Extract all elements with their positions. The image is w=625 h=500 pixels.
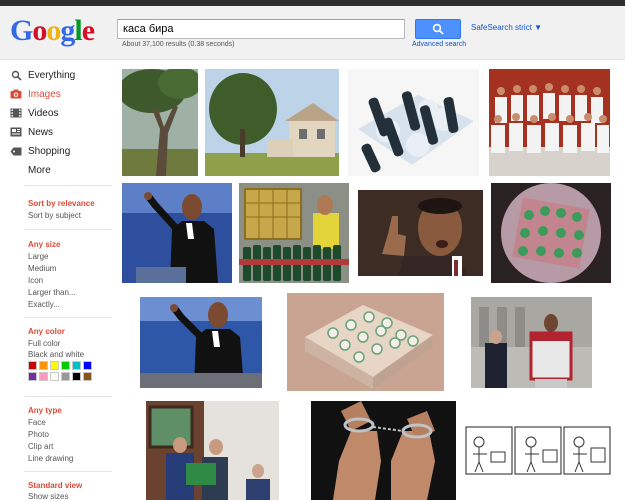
size-larger-than[interactable]: Larger than... <box>28 288 76 297</box>
size-medium[interactable]: Medium <box>28 264 56 273</box>
result-image-obama-stage[interactable] <box>140 297 262 388</box>
color-swatch-blue[interactable] <box>83 361 92 370</box>
divider <box>24 229 112 230</box>
color-full[interactable]: Full color <box>28 339 60 348</box>
color-swatch-orange[interactable] <box>39 361 48 370</box>
header: Google каса бира SafeSearch strict ▼ Abo… <box>0 6 625 60</box>
type-filter-title[interactable]: Any type <box>28 406 62 415</box>
result-image-hockey-team[interactable] <box>489 69 610 176</box>
advanced-search-link[interactable]: Advanced search <box>412 41 466 48</box>
logo-letter: o <box>46 14 61 47</box>
logo-letter: l <box>74 14 82 47</box>
color-swatch-yellow[interactable] <box>50 361 59 370</box>
type-photo[interactable]: Photo <box>28 430 49 439</box>
view-show-sizes[interactable]: Show sizes <box>28 492 68 500</box>
sort-by-subject[interactable]: Sort by subject <box>28 211 81 220</box>
result-image-obama-jersey[interactable] <box>471 297 592 388</box>
search-input[interactable]: каса бира <box>117 19 405 39</box>
color-swatch-teal[interactable] <box>72 361 81 370</box>
google-logo[interactable]: Google <box>10 14 95 47</box>
handcuffs-photo <box>311 401 456 500</box>
size-icon[interactable]: Icon <box>28 276 43 285</box>
nav-label: Everything <box>28 69 76 81</box>
result-image-house[interactable] <box>205 69 339 176</box>
result-image-tree[interactable] <box>122 69 198 176</box>
result-image-bottles-warehouse[interactable] <box>239 183 349 283</box>
color-swatch-brown[interactable] <box>83 372 92 381</box>
search-icon <box>10 69 22 81</box>
beer-crate-photo <box>348 69 479 176</box>
people-crate-photo <box>146 401 279 500</box>
color-swatch-white[interactable] <box>50 372 59 381</box>
result-image-crate-ice[interactable] <box>287 293 444 391</box>
search-icon <box>432 23 444 35</box>
result-image-beer-crate[interactable] <box>348 69 479 176</box>
house-photo <box>205 69 339 176</box>
logo-letter: o <box>32 14 47 47</box>
color-swatch-purple[interactable] <box>28 372 37 381</box>
type-face[interactable]: Face <box>28 418 46 427</box>
result-image-obama-thumbsup[interactable] <box>358 190 483 276</box>
tag-icon <box>10 145 22 157</box>
result-image-handcuffs[interactable] <box>311 401 456 500</box>
color-swatch-pink[interactable] <box>39 372 48 381</box>
nav-label: More <box>28 164 51 176</box>
color-swatch-green[interactable] <box>61 361 70 370</box>
nav-more[interactable]: More <box>10 163 51 177</box>
result-image-crate-top[interactable] <box>491 183 611 283</box>
color-swatch-red[interactable] <box>28 361 37 370</box>
logo-letter: g <box>60 14 75 47</box>
obama-podium-photo <box>122 183 232 283</box>
nav-label: Videos <box>28 107 59 119</box>
nav-label: Images <box>28 88 61 100</box>
color-black-white[interactable]: Black and white <box>28 350 84 359</box>
size-large[interactable]: Large <box>28 252 48 261</box>
tree-photo <box>122 69 198 176</box>
result-stats: About 37,100 results (0.38 seconds) <box>122 41 235 48</box>
search-button[interactable] <box>415 19 461 39</box>
result-image-people-crate[interactable] <box>146 401 279 500</box>
result-image-obama-podium[interactable] <box>122 183 232 283</box>
obama-thumbsup-photo <box>358 190 483 276</box>
logo-letter: G <box>10 14 33 47</box>
type-clip-art[interactable]: Clip art <box>28 442 53 451</box>
color-swatches <box>28 361 104 381</box>
bottles-warehouse-photo <box>239 183 349 283</box>
nav-videos[interactable]: Videos <box>10 106 58 120</box>
newspaper-icon <box>10 126 22 138</box>
crate-ice-photo <box>287 293 444 391</box>
logo-letter: e <box>81 14 95 47</box>
comic-strip-drawing <box>465 426 611 475</box>
result-image-comic-strip[interactable] <box>465 426 611 475</box>
obama-jersey-photo <box>471 297 592 388</box>
safesearch-menu[interactable]: SafeSearch strict ▼ <box>471 23 542 32</box>
size-filter-title[interactable]: Any size <box>28 240 60 249</box>
view-filter-title[interactable]: Standard view <box>28 481 82 490</box>
divider <box>24 185 112 186</box>
hockey-team-photo <box>489 69 610 176</box>
nav-images[interactable]: Images <box>10 87 61 101</box>
nav-label: Shopping <box>28 145 71 157</box>
divider <box>24 317 112 318</box>
size-exactly[interactable]: Exactly... <box>28 300 60 309</box>
nav-shopping[interactable]: Shopping <box>10 144 70 158</box>
color-swatch-gray[interactable] <box>61 372 70 381</box>
film-icon <box>10 107 22 119</box>
nav-label: News <box>28 126 54 138</box>
divider <box>24 471 112 472</box>
nav-news[interactable]: News <box>10 125 53 139</box>
type-line-drawing[interactable]: Line drawing <box>28 454 73 463</box>
obama-stage-photo <box>140 297 262 388</box>
color-filter-title[interactable]: Any color <box>28 327 65 336</box>
color-swatch-black[interactable] <box>72 372 81 381</box>
sort-by-relevance[interactable]: Sort by relevance <box>28 199 95 208</box>
divider <box>24 396 112 397</box>
nav-everything[interactable]: Everything <box>10 68 75 82</box>
camera-icon <box>10 88 22 100</box>
crate-top-photo <box>491 183 611 283</box>
